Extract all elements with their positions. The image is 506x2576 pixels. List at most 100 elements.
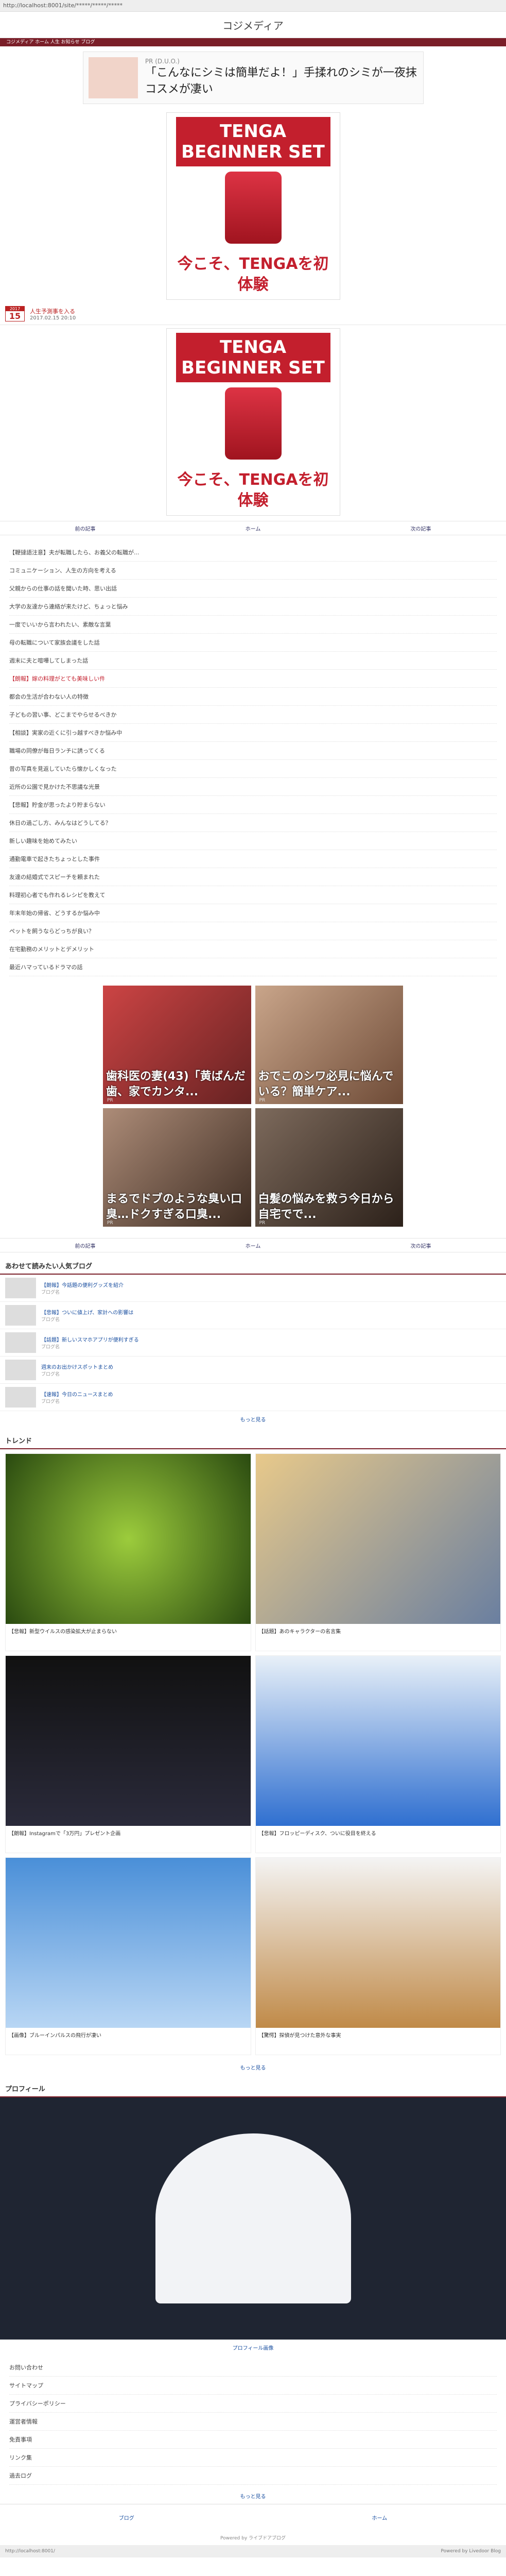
footer-nav-blog[interactable]: ブログ <box>119 2514 134 2521</box>
footer-nav-home[interactable]: ホーム <box>372 2514 387 2521</box>
date-day: 15 <box>9 311 21 321</box>
prev-post-link[interactable]: 前の記事 <box>75 1242 96 1249</box>
ad-tile-pr: PR <box>107 1221 113 1226</box>
ranking-thumb <box>5 1387 36 1408</box>
ad-tile-pr: PR <box>107 1098 113 1103</box>
trend-card[interactable]: 【悲報】新型ウイルスの感染拡大が止まらない <box>5 1453 251 1651</box>
trend-image <box>6 1454 251 1624</box>
post-pager-bottom: 前の記事 ホーム 次の記事 <box>0 1238 506 1252</box>
ad-tile[interactable]: おでこのシワ必見に悩んでいる？簡単ケア... PR <box>255 986 403 1104</box>
profile-image <box>0 2097 506 2340</box>
trend-card[interactable]: 【朗報】Instagramで「3万円」プレゼント企画 <box>5 1655 251 1853</box>
body-line: ペットを飼うならどっちが良い？ <box>9 922 497 940</box>
body-line: 新しい趣味を始めてみたい <box>9 832 497 850</box>
body-line: 【悲報】貯金が思ったより貯まらない <box>9 796 497 814</box>
ranking-item[interactable]: 【話題】新しいスマホアプリが便利すぎる ブログ名 <box>0 1329 506 1357</box>
ranking-title: 【朗報】今話題の便利グッズを紹介 <box>41 1283 124 1289</box>
ranking-thumb <box>5 1360 36 1380</box>
ad-tile[interactable]: まるでドブのような臭い口臭…ドクすぎる口臭... PR <box>103 1108 251 1227</box>
ranking-item[interactable]: 【速報】今日のニュースまとめ ブログ名 <box>0 1384 506 1411</box>
ranking-list: 【朗報】今話題の便利グッズを紹介 ブログ名 【悲報】ついに値上げ、家計への影響はブ… <box>0 1275 506 1411</box>
ad-pr-label: PR (D.U.O.) <box>145 58 180 65</box>
site-logo[interactable]: コジメディア <box>222 18 284 32</box>
tenga-product-image-2 <box>224 387 282 460</box>
profile-more-link[interactable]: もっと見る <box>0 2488 506 2504</box>
tenga-banner-1-tagline: 今こそ、TENGAを初体験 <box>177 255 329 294</box>
home-link[interactable]: ホーム <box>246 524 261 532</box>
ranking-more-link[interactable]: もっと見る <box>0 1411 506 1427</box>
trend-image <box>6 1656 251 1826</box>
footer-link[interactable]: サイトマップ <box>9 2377 497 2395</box>
body-line: 一度でいいから言われたい、素敵な言葉 <box>9 616 497 634</box>
footer-link[interactable]: 免責事項 <box>9 2431 497 2449</box>
ad-headline: 「こんなにシミは簡単だよ！」手揉れのシミが一夜抹コスメが凄い <box>145 66 417 96</box>
tenga-banner-2[interactable]: TENGA BEGINNER SET 今こそ、TENGAを初体験 <box>0 328 506 516</box>
ad-tile-title: おでこのシワ必見に悩んでいる？簡単ケア... <box>258 1070 394 1098</box>
trend-more-link[interactable]: もっと見る <box>0 2059 506 2075</box>
ad-tile-pr: PR <box>259 1221 266 1226</box>
footer-link[interactable]: プライバシーポリシー <box>9 2395 497 2413</box>
footer-link[interactable]: お問い合わせ <box>9 2359 497 2377</box>
ranking-title: 週末のお出かけスポットまとめ <box>41 1365 113 1370</box>
ad-card[interactable]: PR (D.U.O.) 「こんなにシミは簡単だよ！」手揉れのシミが一夜抹コスメが… <box>82 52 424 104</box>
trend-card[interactable]: 【悲報】フロッピーディスク、ついに役目を終える <box>255 1655 501 1853</box>
body-line: 週末に夫と喧嘩してしまった話 <box>9 652 497 670</box>
trend-caption: 【悲報】新型ウイルスの感染拡大が止まらない <box>9 1629 117 1635</box>
browser-url-bar[interactable]: http://localhost:8001/site/*****/*****/*… <box>0 0 506 12</box>
prev-post-link[interactable]: 前の記事 <box>75 524 96 532</box>
footer-link[interactable]: リンク集 <box>9 2449 497 2467</box>
body-line: 年末年始の帰省、どうするか悩み中 <box>9 904 497 922</box>
trend-caption: 【悲報】フロッピーディスク、ついに役目を終える <box>258 1831 376 1837</box>
body-line: 父親からの仕事の話を聞いた時、思い出話 <box>9 580 497 598</box>
link-list: お問い合わせ サイトマップ プライバシーポリシー 運営者情報 免責事項 リンク集… <box>0 2355 506 2488</box>
bottom-status-bar: http://localhost:8001/ Powered by Livedo… <box>0 2545 506 2557</box>
ranking-title: 【悲報】ついに値上げ、家計への影響は <box>41 1310 134 1316</box>
footer-credit: Powered by ライブドアブログ <box>220 2536 286 2541</box>
body-line: 昔の写真を見返していたら懐かしくなった <box>9 760 497 778</box>
trend-card[interactable]: 【驚愕】探偵が見つけた意外な事実 <box>255 1857 501 2055</box>
ranking-item[interactable]: 【朗報】今話題の便利グッズを紹介 ブログ名 <box>0 1275 506 1302</box>
ranking-item[interactable]: 【悲報】ついに値上げ、家計への影響は ブログ名 <box>0 1302 506 1329</box>
ranking-blog: ブログ名 <box>41 1317 60 1323</box>
trend-caption: 【驚愕】探偵が見つけた意外な事実 <box>258 2033 341 2039</box>
ranking-blog: ブログ名 <box>41 1372 60 1377</box>
tenga-product-image <box>224 172 282 244</box>
post-title[interactable]: 人生予測事を入る <box>30 307 76 315</box>
ad-tile-pr: PR <box>259 1098 266 1103</box>
tenga-banner-1-title: TENGA BEGINNER SET <box>176 117 330 166</box>
ranking-item[interactable]: 週末のお出かけスポットまとめ ブログ名 <box>0 1357 506 1384</box>
body-line: 職場の同僚が毎日ランチに誘ってくる <box>9 742 497 760</box>
trend-card[interactable]: 【話題】あのキャラクターの名言集 <box>255 1453 501 1651</box>
body-line: 最近ハマっているドラマの話 <box>9 958 497 976</box>
bottom-powered: Powered by Livedoor Blog <box>441 2549 501 2554</box>
ad-tile[interactable]: 白髪の悩みを救う今日から自宅でで... PR <box>255 1108 403 1227</box>
ranking-blog: ブログ名 <box>41 1290 60 1295</box>
ad-tile-title: まるでドブのような臭い口臭…ドクすぎる口臭... <box>106 1193 242 1221</box>
footer-link[interactable]: 運営者情報 <box>9 2413 497 2431</box>
tenga-banner-2-tagline: 今こそ、TENGAを初体験 <box>177 471 329 510</box>
body-line: 大学の友達から連絡が来たけど、ちょっと悩み <box>9 598 497 616</box>
ranking-thumb <box>5 1305 36 1326</box>
next-post-link[interactable]: 次の記事 <box>410 1242 431 1249</box>
home-link[interactable]: ホーム <box>246 1242 261 1249</box>
profile-caption: プロフィール画像 <box>232 2346 274 2351</box>
body-line: 通勤電車で起きたちょっとした事件 <box>9 850 497 868</box>
trend-image <box>255 1454 500 1624</box>
footer-nav: ブログ ホーム <box>0 2504 506 2530</box>
next-post-link[interactable]: 次の記事 <box>410 524 431 532</box>
post-pager-top: 前の記事 ホーム 次の記事 <box>0 521 506 535</box>
ranking-title: 【話題】新しいスマホアプリが便利すぎる <box>41 1337 139 1343</box>
main-content: PR (D.U.O.) 「こんなにシミは簡単だよ！」手揉れのシミが一夜抹コスメが… <box>0 46 506 2545</box>
date-year: 2017 <box>6 307 24 311</box>
ranking-thumb <box>5 1278 36 1298</box>
top-nav[interactable]: コジメディア ホーム 人生 お知らせ ブログ <box>0 38 506 46</box>
ad-tile-title: 白髪の悩みを救う今日から自宅でで... <box>258 1193 394 1221</box>
post-body: 【鞭撻語注意】夫が転職したら、お義父の転職が... コミュニケーション、人生の方… <box>0 540 506 979</box>
ad-tile[interactable]: 歯科医の妻(43)「黄ばんだ歯、家でカンタ... PR <box>103 986 251 1104</box>
post-datetime: 2017.02.15 20:10 <box>30 315 76 321</box>
footer-link[interactable]: 過去ログ <box>9 2467 497 2485</box>
trend-card[interactable]: 【画像】ブルーインパルスの飛行が凄い <box>5 1857 251 2055</box>
body-line-highlight: 【朗報】嫁の料理がとても美味しい件 <box>9 670 497 688</box>
bottom-url: http://localhost:8001/ <box>5 2549 55 2554</box>
tenga-banner-1[interactable]: TENGA BEGINNER SET 今こそ、TENGAを初体験 <box>0 112 506 300</box>
